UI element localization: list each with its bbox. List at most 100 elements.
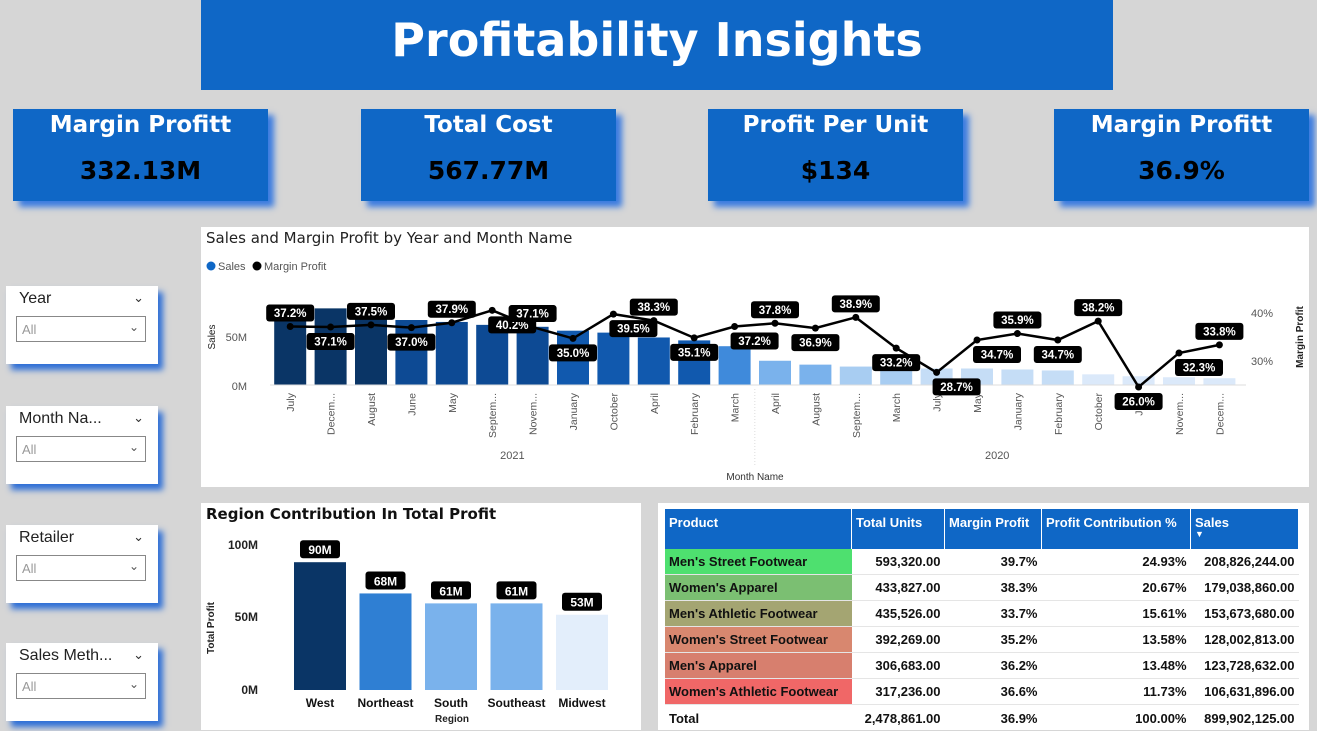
- x-tick-label: Decem...: [326, 393, 338, 435]
- sales-bar[interactable]: [1163, 377, 1195, 385]
- slicer-year[interactable]: Year ⌄ All⌄: [6, 286, 158, 364]
- region-bar[interactable]: [491, 603, 543, 690]
- x-tick-label: October: [1093, 393, 1105, 431]
- margin-point[interactable]: [772, 320, 779, 327]
- sales-bar[interactable]: [799, 365, 831, 385]
- sales-bar[interactable]: [1001, 369, 1033, 385]
- sales-bar[interactable]: [476, 325, 508, 385]
- total-cell-units: 2,478,861.00: [852, 705, 945, 731]
- cell-margin: 38.3%: [945, 575, 1042, 601]
- margin-data-label: 26.0%: [1122, 397, 1155, 409]
- slicer-sales-method[interactable]: Sales Meth... ⌄ All⌄: [6, 643, 158, 721]
- sales-bar[interactable]: [1203, 378, 1235, 385]
- legend-sales-label[interactable]: Sales: [218, 261, 246, 273]
- chevron-down-icon[interactable]: ⌄: [133, 529, 144, 545]
- sales-bar[interactable]: [517, 327, 549, 385]
- margin-point[interactable]: [1014, 330, 1021, 337]
- kpi-value: 567.77M: [361, 156, 616, 185]
- region-bar[interactable]: [294, 562, 346, 690]
- margin-data-label: 32.3%: [1183, 362, 1216, 374]
- margin-point[interactable]: [327, 324, 334, 331]
- margin-data-label: 37.2%: [738, 336, 771, 348]
- margin-point[interactable]: [1095, 318, 1102, 325]
- margin-point[interactable]: [893, 345, 900, 352]
- table-row[interactable]: Men's Apparel306,683.0036.2%13.48%123,72…: [665, 653, 1299, 679]
- region-bar[interactable]: [360, 593, 412, 690]
- sales-bar[interactable]: [759, 361, 791, 385]
- column-header-margin-profit[interactable]: Margin Profit: [945, 509, 1042, 549]
- margin-point[interactable]: [731, 323, 738, 330]
- margin-point[interactable]: [448, 319, 455, 326]
- column-header-total-units[interactable]: Total Units: [852, 509, 945, 549]
- slicer-retailer[interactable]: Retailer ⌄ All⌄: [6, 525, 158, 603]
- sales-bar[interactable]: [436, 322, 468, 385]
- sales-bar[interactable]: [1082, 374, 1114, 385]
- table-row[interactable]: Women's Apparel433,827.0038.3%20.67%179,…: [665, 575, 1299, 601]
- margin-point[interactable]: [570, 335, 577, 342]
- slicer-dropdown[interactable]: All ⌄: [16, 436, 146, 462]
- margin-point[interactable]: [1054, 337, 1061, 344]
- sales-margin-chart[interactable]: Sales and Margin Profit by Year and Mont…: [201, 227, 1309, 487]
- x-tick-label: Novem...: [1174, 393, 1186, 435]
- chevron-down-icon[interactable]: ⌄: [133, 290, 144, 306]
- column-header-product[interactable]: Product: [665, 509, 852, 549]
- margin-point[interactable]: [408, 324, 415, 331]
- margin-point[interactable]: [933, 369, 940, 376]
- y2-tick: 30%: [1251, 356, 1273, 368]
- margin-point[interactable]: [529, 324, 536, 331]
- sales-bar[interactable]: [1042, 370, 1074, 385]
- kpi-value: 332.13M: [13, 156, 268, 185]
- x-tick-label: February: [689, 392, 701, 435]
- kpi-card-margin-percent: Margin Profitt 36.9%: [1054, 109, 1309, 201]
- total-cell-margin: 36.9%: [945, 705, 1042, 731]
- legend-margin-label[interactable]: Margin Profit: [264, 261, 326, 273]
- slicer-month-name[interactable]: Month Na... ⌄ All ⌄: [6, 406, 158, 484]
- margin-point[interactable]: [610, 311, 617, 318]
- x-tick-label: January: [568, 392, 580, 430]
- cell-product: Women's Street Footwear: [665, 627, 852, 653]
- slicer-title: Month Na...: [19, 410, 102, 428]
- slicer-dropdown[interactable]: All⌄: [16, 555, 146, 581]
- x-tick-label: July: [285, 392, 297, 411]
- margin-point[interactable]: [812, 325, 819, 332]
- margin-point[interactable]: [1176, 349, 1183, 356]
- slicer-value: All: [22, 442, 36, 457]
- table-row[interactable]: Men's Street Footwear593,320.0039.7%24.9…: [665, 549, 1299, 575]
- chevron-down-icon[interactable]: ⌄: [133, 647, 144, 663]
- margin-point[interactable]: [852, 314, 859, 321]
- margin-point[interactable]: [1216, 341, 1223, 348]
- slicer-dropdown[interactable]: All⌄: [16, 316, 146, 342]
- x-tick-label: August: [366, 393, 378, 426]
- margin-point[interactable]: [691, 334, 698, 341]
- table-row[interactable]: Men's Athletic Footwear435,526.0033.7%15…: [665, 601, 1299, 627]
- slicer-value: All: [22, 561, 36, 576]
- slicer-dropdown[interactable]: All⌄: [16, 673, 146, 699]
- sales-bar[interactable]: [719, 346, 751, 385]
- sales-margin-chart-panel: Sales and Margin Profit by Year and Mont…: [201, 227, 1309, 487]
- chart-title: Sales and Margin Profit by Year and Mont…: [206, 229, 572, 247]
- table-row[interactable]: Women's Athletic Footwear317,236.0036.6%…: [665, 679, 1299, 705]
- margin-point[interactable]: [1135, 384, 1142, 391]
- margin-data-label: 39.5%: [617, 324, 650, 336]
- table-row[interactable]: Women's Street Footwear392,269.0035.2%13…: [665, 627, 1299, 653]
- region-bar[interactable]: [556, 615, 608, 690]
- region-profit-chart[interactable]: Region Contribution In Total Profit Tota…: [201, 503, 641, 730]
- region-bar[interactable]: [425, 603, 477, 690]
- sales-bar[interactable]: [840, 367, 872, 385]
- kpi-value: $134: [708, 156, 963, 185]
- sales-bar[interactable]: [597, 333, 629, 385]
- column-header-sales[interactable]: Sales▼: [1191, 509, 1299, 549]
- x-axis-title: Region: [435, 714, 469, 725]
- margin-point[interactable]: [368, 321, 375, 328]
- margin-point[interactable]: [287, 323, 294, 330]
- column-header-profit-contribution[interactable]: Profit Contribution %: [1042, 509, 1191, 549]
- page-title: Profitability Insights: [201, 0, 1113, 90]
- margin-point[interactable]: [650, 317, 657, 324]
- margin-point[interactable]: [489, 307, 496, 314]
- margin-point[interactable]: [974, 337, 981, 344]
- cell-units: 392,269.00: [852, 627, 945, 653]
- x-tick-label: Septem...: [487, 393, 499, 438]
- chevron-down-icon[interactable]: ⌄: [133, 410, 144, 426]
- sales-bar[interactable]: [638, 337, 670, 385]
- chevron-down-icon: ⌄: [129, 440, 139, 454]
